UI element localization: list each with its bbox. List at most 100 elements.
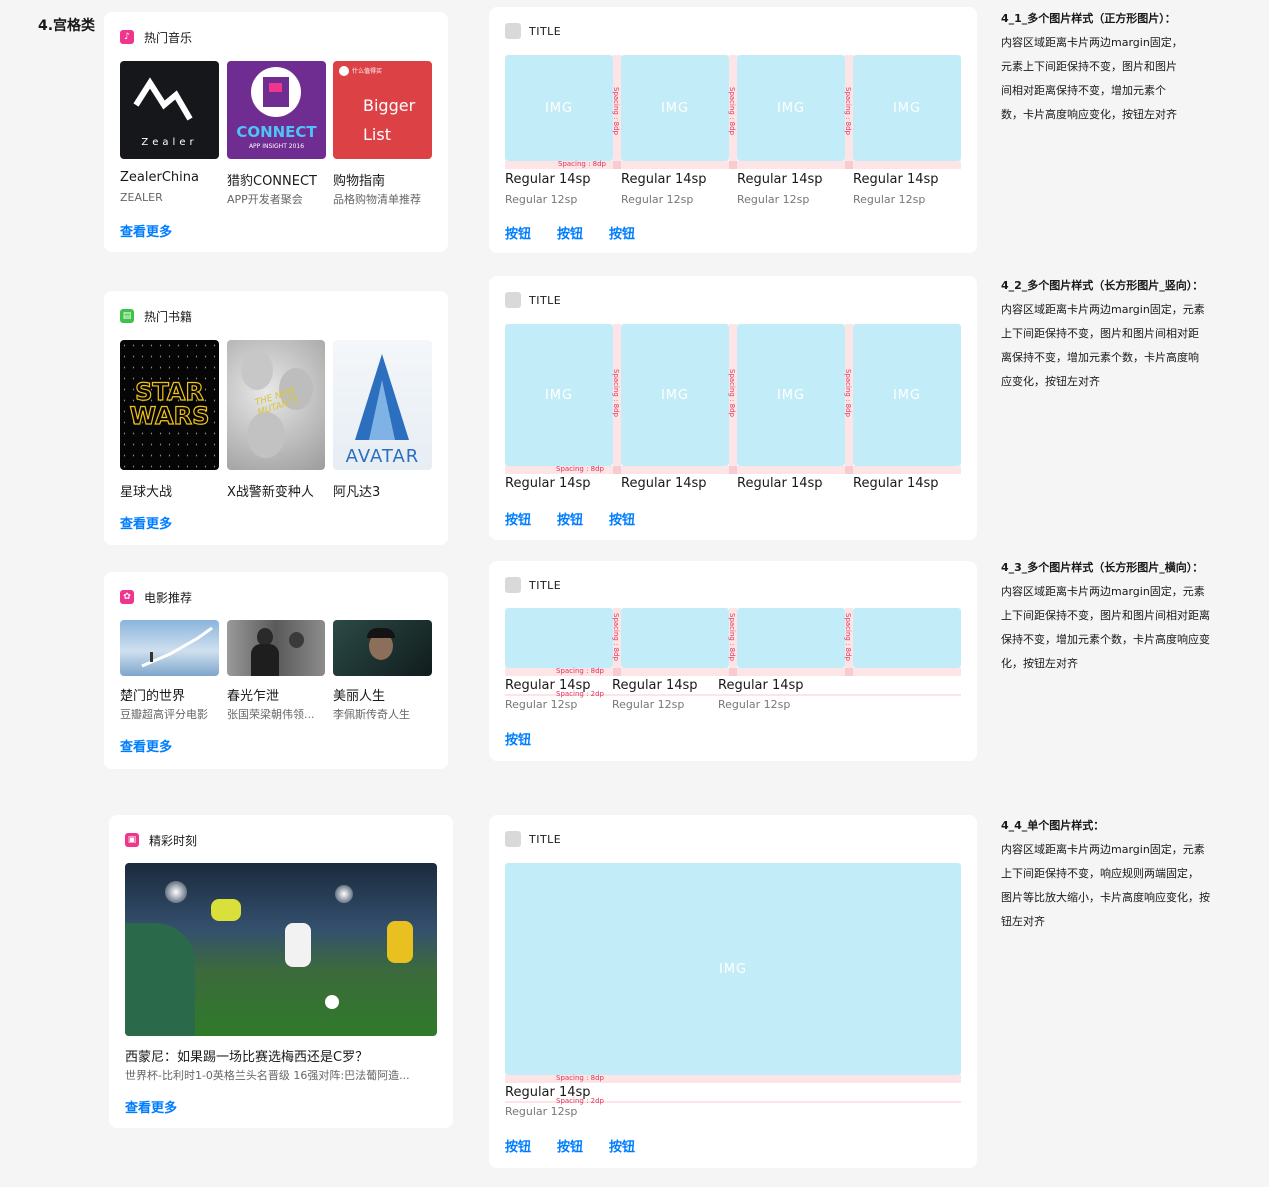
football-photo[interactable] xyxy=(125,863,437,1036)
description-heading: 4_3_多个图片样式（长方形图片_横向）： xyxy=(1001,561,1204,574)
life-is-beautiful-still[interactable] xyxy=(333,620,432,676)
template-title: TITLE xyxy=(529,24,562,38)
avatar-cover[interactable]: AVATAR xyxy=(333,340,432,470)
description-line: 化，按钮左对齐 xyxy=(1001,657,1078,670)
view-more-link[interactable]: 查看更多 xyxy=(125,1097,177,1116)
action-button[interactable]: 按钮 xyxy=(557,223,583,242)
image-placeholder: IMG xyxy=(505,55,613,161)
person-shape-icon xyxy=(367,628,395,638)
truman-show-still[interactable] xyxy=(120,620,219,676)
person-shape-icon xyxy=(251,644,279,676)
description-line: 内容区域距离卡片两边margin固定，元素 xyxy=(1001,585,1205,598)
view-more-link[interactable]: 查看更多 xyxy=(120,221,172,240)
item-subtitle: 李佩斯传奇人生 xyxy=(333,708,410,721)
placeholder-icon xyxy=(505,23,521,39)
action-button[interactable]: 按钮 xyxy=(505,729,531,748)
action-button[interactable]: 按钮 xyxy=(505,509,531,528)
happy-together-still[interactable] xyxy=(227,620,325,676)
spacing-label: Spacing : 8dp xyxy=(844,369,852,417)
spacing-marker xyxy=(729,668,737,676)
template-title: TITLE xyxy=(529,832,562,846)
goalkeeper-body-icon xyxy=(125,923,195,1036)
template-card-square: TITLE IMG IMG IMG IMG Spacing : 8dp Spac… xyxy=(489,7,977,253)
item-subtitle: Regular 12sp xyxy=(505,1105,578,1118)
smzdm-wordmark: 什么值得买 xyxy=(352,68,383,75)
description-line: 应变化，按钮左对齐 xyxy=(1001,375,1100,388)
section-title: 4.宫格类 xyxy=(38,18,96,34)
description-heading: 4_1_多个图片样式（正方形图片）： xyxy=(1001,12,1176,25)
bigger-list-thumbnail[interactable]: 什么值得买 Bigger List xyxy=(333,61,432,159)
item-title: Regular 14sp xyxy=(737,172,823,187)
spacing-marker xyxy=(613,466,621,474)
item-subtitle: Regular 12sp xyxy=(505,193,578,206)
image-placeholder: IMG xyxy=(505,863,961,1075)
description-line: 保持不变，增加元素个数，卡片高度响应变 xyxy=(1001,633,1210,646)
action-button[interactable]: 按钮 xyxy=(505,1136,531,1155)
headline: 西蒙尼：如果踢一场比赛选梅西还是C罗？ xyxy=(125,1050,369,1065)
description-block: 4_1_多个图片样式（正方形图片）： 内容区域距离卡片两边margin固定， 元… xyxy=(1001,7,1237,127)
image-placeholder: IMG xyxy=(853,324,961,466)
template-title: TITLE xyxy=(529,293,562,307)
description-heading: 4_4_单个图片样式： xyxy=(1001,819,1105,832)
item-title: 阿凡达3 xyxy=(333,485,381,500)
image-placeholder xyxy=(621,608,729,668)
stadium-light-icon xyxy=(165,881,187,903)
card-header: ✿ 电影推荐 xyxy=(120,588,192,606)
action-button[interactable]: 按钮 xyxy=(609,1136,635,1155)
image-placeholder xyxy=(853,608,961,668)
spacing-label: Spacing : 8dp xyxy=(556,465,604,473)
item-title: Regular 14sp xyxy=(505,476,591,491)
description-line: 元素上下间距保持不变，图片和图片 xyxy=(1001,60,1177,73)
item-subtitle: Regular 12sp xyxy=(505,698,578,711)
stadium-light-icon xyxy=(335,885,353,903)
action-button[interactable]: 按钮 xyxy=(505,223,531,242)
image-placeholder: IMG xyxy=(853,55,961,161)
item-subtitle: 品格购物清单推荐 xyxy=(333,193,421,206)
template-header: TITLE xyxy=(505,292,561,308)
item-subtitle: 豆瓣超高评分电影 xyxy=(120,708,208,721)
star-wars-cover[interactable]: STAR WARS xyxy=(120,340,219,470)
card-title: 热门书籍 xyxy=(144,309,193,324)
action-button[interactable]: 按钮 xyxy=(557,509,583,528)
image-placeholder: IMG xyxy=(621,55,729,161)
goalkeeper-glove-icon xyxy=(211,899,241,921)
item-title: ZealerChina xyxy=(120,170,199,185)
spacing-label: Spacing : 8dp xyxy=(728,613,736,661)
view-more-link[interactable]: 查看更多 xyxy=(120,513,172,532)
new-mutants-cover[interactable]: THE NEW MUTANTS xyxy=(227,340,325,470)
spacing-marker xyxy=(845,161,853,169)
item-subtitle: APP开发者聚会 xyxy=(227,193,303,206)
description-line: 间相对距离保持不变，增加元素个 xyxy=(1001,84,1166,97)
item-title: Regular 14sp xyxy=(853,476,939,491)
action-button[interactable]: 按钮 xyxy=(609,509,635,528)
item-subtitle: 张国荣梁朝伟领... xyxy=(227,708,315,721)
view-more-link[interactable]: 查看更多 xyxy=(120,736,172,755)
item-subtitle: Regular 12sp xyxy=(853,193,926,206)
template-header: TITLE xyxy=(505,577,561,593)
stairs-icon xyxy=(141,626,213,668)
action-button[interactable]: 按钮 xyxy=(557,1136,583,1155)
spacing-label: Spacing : 8dp xyxy=(844,613,852,661)
connect-thumbnail[interactable]: CONNECT APP INSIGHT 2016 xyxy=(227,61,326,159)
card-title: 电影推荐 xyxy=(144,590,193,605)
music-card: ♪ 热门音乐 Zealer CONNECT APP INSIGHT 2016 什… xyxy=(104,12,448,252)
description-block: 4_3_多个图片样式（长方形图片_横向）： 内容区域距离卡片两边margin固定… xyxy=(1001,556,1237,676)
action-button[interactable]: 按钮 xyxy=(609,223,635,242)
description-line: 上下间距保持不变，响应规则两端固定， xyxy=(1001,867,1199,880)
zealer-thumbnail[interactable]: Zealer xyxy=(120,61,219,159)
description-line: 图片等比放大缩小，卡片高度响应变化，按 xyxy=(1001,891,1210,904)
placeholder-icon xyxy=(505,831,521,847)
template-card-single: TITLE IMG Spacing : 8dp Regular 14sp Spa… xyxy=(489,815,977,1168)
spacing-label: Spacing : 8dp xyxy=(556,667,604,675)
image-placeholder xyxy=(737,608,845,668)
item-title: Regular 14sp xyxy=(737,476,823,491)
description-line: 钮左对齐 xyxy=(1001,915,1045,928)
spacing-label: Spacing : 8dp xyxy=(612,87,620,135)
spacing-label: Spacing : 8dp xyxy=(558,160,606,168)
p-inner-icon xyxy=(269,83,282,92)
zealer-wordmark: Zealer xyxy=(141,137,198,148)
player-yellow-icon xyxy=(387,921,413,963)
description-block: 4_4_单个图片样式： 内容区域距离卡片两边margin固定，元素 上下间距保持… xyxy=(1001,814,1237,934)
item-title: 购物指南 xyxy=(333,174,386,189)
spacing-label: Spacing : 8dp xyxy=(844,87,852,135)
